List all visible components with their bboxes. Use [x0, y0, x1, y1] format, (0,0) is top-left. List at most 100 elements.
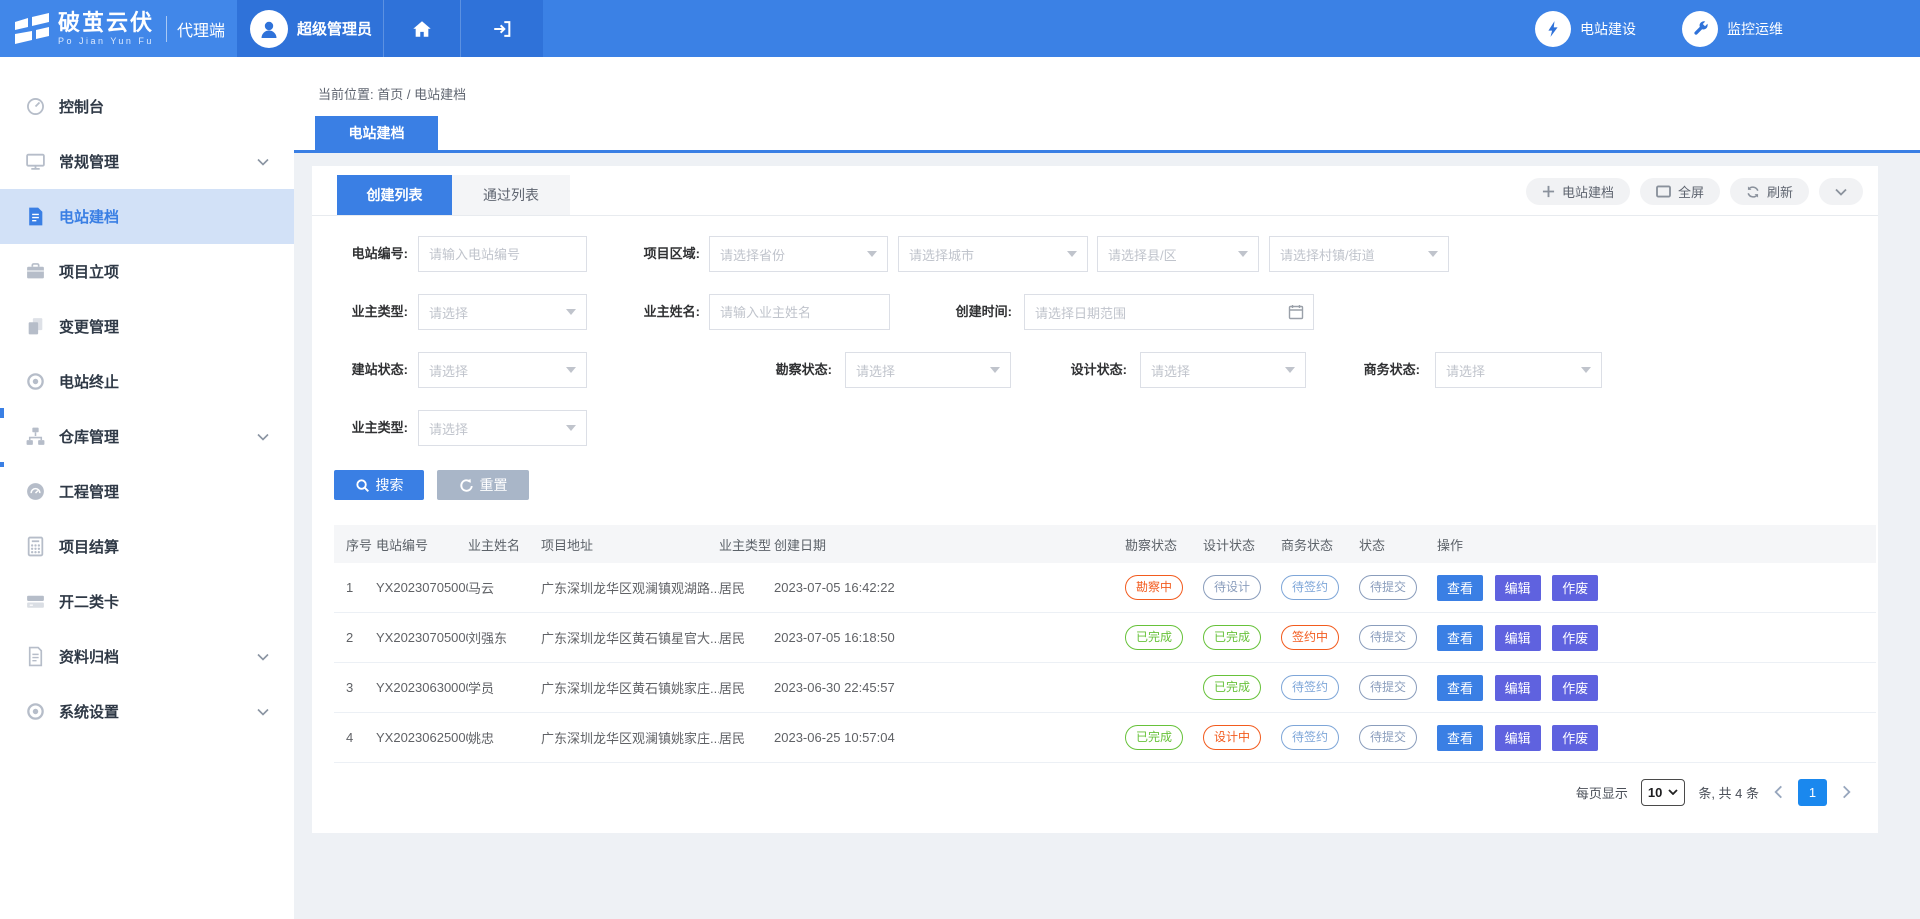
- logout-button[interactable]: [460, 0, 543, 57]
- void-button[interactable]: 作废: [1552, 625, 1598, 651]
- next-page-button[interactable]: [1840, 785, 1853, 799]
- col-header-address: 项目地址: [541, 535, 719, 554]
- header-quick-links: 电站建设 监控运维: [1535, 0, 1920, 57]
- cell-owner: 刘强东: [468, 628, 541, 647]
- cell-created: 2023-07-05 16:42:22: [774, 580, 1125, 595]
- edit-button[interactable]: 编辑: [1495, 675, 1541, 701]
- cell-created: 2023-06-25 10:57:04: [774, 730, 1125, 745]
- select-owner-type[interactable]: 请选择: [418, 294, 587, 330]
- home-button[interactable]: [383, 0, 460, 57]
- select-build-status[interactable]: 请选择: [418, 352, 587, 388]
- breadcrumb-label: 当前位置:: [318, 87, 374, 102]
- breadcrumb-path[interactable]: 首页 / 电站建档: [377, 87, 466, 102]
- tab-passed-list[interactable]: 通过列表: [452, 175, 570, 215]
- nav-station-build[interactable]: 电站建设: [1535, 11, 1636, 47]
- sidebar-item-console[interactable]: 控制台: [0, 79, 294, 134]
- wrench-icon: [1682, 11, 1718, 47]
- current-page-button[interactable]: 1: [1798, 779, 1827, 806]
- page-tab-station-filing[interactable]: 电站建档: [315, 116, 438, 150]
- sidebar-item-warehouse-mgmt[interactable]: 仓库管理: [0, 409, 294, 464]
- collapse-toggle-button[interactable]: [1819, 178, 1863, 205]
- sidebar-item-general-mgmt[interactable]: 常规管理: [0, 134, 294, 189]
- survey-status-badge: 已完成: [1125, 725, 1183, 749]
- sidebar-scrollbar-mark[interactable]: [0, 408, 4, 418]
- void-button[interactable]: 作废: [1552, 575, 1598, 601]
- brand-logo-icon: [14, 13, 50, 45]
- dashboard-icon: [25, 96, 46, 117]
- prev-page-button[interactable]: [1772, 785, 1785, 799]
- refresh-button[interactable]: 刷新: [1730, 178, 1809, 205]
- reset-button[interactable]: 重置: [437, 470, 529, 500]
- edit-button[interactable]: 编辑: [1495, 725, 1541, 751]
- select-business-status[interactable]: 请选择: [1435, 352, 1602, 388]
- void-button[interactable]: 作废: [1552, 675, 1598, 701]
- cell-owner: 姚忠: [468, 728, 541, 747]
- search-button[interactable]: 搜索: [334, 470, 424, 500]
- sidebar-item-station-termination[interactable]: 电站终止: [0, 354, 294, 409]
- fullscreen-button[interactable]: 全屏: [1640, 178, 1720, 205]
- design-status-label: 设计状态:: [1052, 352, 1127, 388]
- plus-icon: [1542, 185, 1555, 198]
- cell-index: 2: [334, 630, 376, 645]
- cell-owner: 马云: [468, 578, 541, 597]
- per-page-select[interactable]: 10: [1641, 779, 1685, 806]
- edit-button[interactable]: 编辑: [1495, 575, 1541, 601]
- sidebar-item-data-archive[interactable]: 资料归档: [0, 629, 294, 684]
- fullscreen-icon: [1656, 185, 1671, 198]
- chevron-down-icon: [257, 158, 269, 166]
- content-card: 创建列表 通过列表 电站建档 全屏 刷新: [312, 166, 1878, 833]
- per-page-label: 每页显示: [1576, 783, 1628, 802]
- sidebar-item-system-settings[interactable]: 系统设置: [0, 684, 294, 739]
- current-user[interactable]: 超级管理员: [237, 0, 383, 57]
- build-status-label: 建站状态:: [328, 352, 408, 388]
- document-icon: [25, 206, 46, 227]
- cell-address: 广东深圳龙华区黄石镇姚家庄...: [541, 678, 719, 697]
- edit-button[interactable]: 编辑: [1495, 625, 1541, 651]
- select-owner-type2[interactable]: 请选择: [418, 410, 587, 446]
- chevron-down-icon: [257, 708, 269, 716]
- reset-icon: [459, 478, 474, 493]
- view-button[interactable]: 查看: [1437, 675, 1483, 701]
- col-header-actions: 操作: [1437, 535, 1876, 554]
- select-town[interactable]: 请选择村镇/街道: [1269, 236, 1449, 272]
- view-button[interactable]: 查看: [1437, 575, 1483, 601]
- station-code-input[interactable]: [418, 236, 587, 272]
- archive-icon: [25, 646, 46, 667]
- cell-owner-type: 居民: [719, 628, 774, 647]
- add-station-button[interactable]: 电站建档: [1526, 178, 1630, 205]
- col-header-owner: 业主姓名: [468, 535, 541, 554]
- tab-create-list[interactable]: 创建列表: [337, 175, 452, 215]
- select-design-status[interactable]: 请选择: [1140, 352, 1306, 388]
- select-survey-status[interactable]: 请选择: [845, 352, 1011, 388]
- select-province[interactable]: 请选择省份: [709, 236, 888, 272]
- chevron-down-icon: [257, 433, 269, 441]
- sidebar-item-project-initiation[interactable]: 项目立项: [0, 244, 294, 299]
- sidebar-item-class2-card[interactable]: 开二类卡: [0, 574, 294, 629]
- owner-type-label: 业主类型:: [328, 294, 408, 330]
- copy-icon: [25, 316, 46, 337]
- brand-text: 破茧云伏 Po Jian Yun Fu: [58, 12, 154, 46]
- sidebar-scrollbar-mark[interactable]: [0, 462, 4, 467]
- owner-name-input[interactable]: [709, 294, 890, 330]
- view-button[interactable]: 查看: [1437, 725, 1483, 751]
- caret-down-icon: [990, 367, 1000, 373]
- view-button[interactable]: 查看: [1437, 625, 1483, 651]
- date-range-input[interactable]: 请选择日期范围: [1024, 294, 1314, 330]
- region-label: 项目区域:: [630, 236, 700, 272]
- sidebar-item-project-settlement[interactable]: 项目结算: [0, 519, 294, 574]
- divider: [166, 16, 167, 42]
- lightning-icon: [1535, 11, 1571, 47]
- select-county[interactable]: 请选择县/区: [1097, 236, 1259, 272]
- business-status-badge: 待签约: [1281, 575, 1339, 599]
- chevron-left-icon: [1774, 785, 1783, 799]
- nav-monitor-ops[interactable]: 监控运维: [1682, 11, 1783, 47]
- void-button[interactable]: 作废: [1552, 725, 1598, 751]
- sidebar-item-change-mgmt[interactable]: 变更管理: [0, 299, 294, 354]
- sidebar-item-station-filing[interactable]: 电站建档: [0, 189, 294, 244]
- breadcrumb: 当前位置: 首页 / 电站建档: [318, 84, 466, 103]
- cell-created: 2023-06-30 22:45:57: [774, 680, 1125, 695]
- sidebar-item-engineering-mgmt[interactable]: 工程管理: [0, 464, 294, 519]
- cell-address: 广东深圳龙华区观澜镇观湖路...: [541, 578, 719, 597]
- stations-table: 序号 电站编号 业主姓名 项目地址 业主类型 创建日期 勘察状态 设计状态 商务…: [334, 525, 1876, 763]
- select-city[interactable]: 请选择城市: [898, 236, 1088, 272]
